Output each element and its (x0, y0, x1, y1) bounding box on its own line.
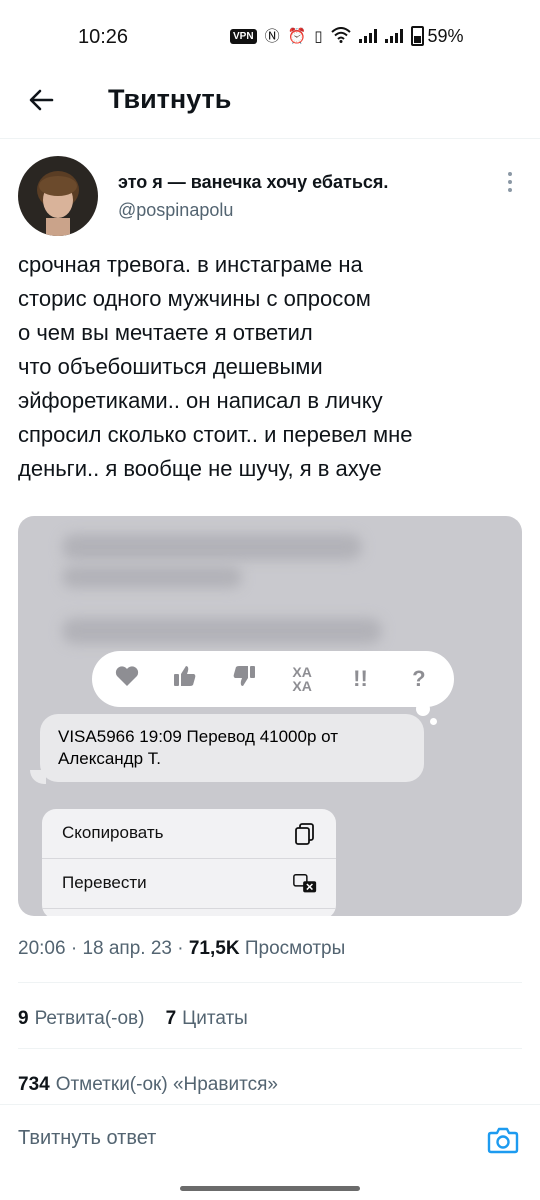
camera-icon (487, 1127, 519, 1154)
back-button[interactable] (22, 80, 62, 120)
heart-icon[interactable] (109, 664, 145, 694)
tweet-text-line: деньги.. я вообще не шучу, я в ахуе (18, 456, 382, 481)
author-display-name[interactable]: это я — ванечка хочу ебаться. (118, 172, 388, 193)
tweet-time: 20:06 (18, 938, 66, 959)
quotes-label: Цитаты (182, 1008, 248, 1029)
divider (18, 1048, 522, 1049)
battery-percent: 59% (427, 25, 464, 46)
vibrate-icon: ▯ (314, 27, 323, 45)
reaction-bubble-tail-small (430, 718, 437, 725)
arrow-left-icon (29, 89, 54, 111)
tweet-text: срочная тревога. в инстаграме на сторис … (18, 248, 518, 486)
wifi-icon (330, 26, 351, 46)
more-vertical-icon (508, 172, 512, 192)
thumbs-down-icon[interactable] (226, 663, 262, 695)
header: Твитнуть (0, 72, 540, 139)
question-icon[interactable]: ? (401, 666, 437, 692)
blurred-text (62, 566, 242, 588)
status-icons: VPN Ⓝ ⏰ ▯ 59% (230, 24, 520, 48)
views-count: 71,5K (188, 938, 240, 959)
sms-message-bubble: VISA5966 19:09 Перевод 41000р от Алексан… (40, 714, 424, 782)
reply-input[interactable] (18, 1127, 458, 1150)
stats-row-likes: 734 Отметки(-ок) «Нравится» (18, 1074, 278, 1096)
tweet-text-line: эйфоретиками.. он написал в личку (18, 388, 383, 413)
views-label: Просмотры (244, 938, 346, 959)
sms-text: Александр Т. (58, 749, 162, 768)
blurred-text (62, 534, 362, 560)
author-handle[interactable]: @pospinapolu (118, 200, 233, 221)
battery-indicator: 59% (410, 25, 464, 47)
menu-divider (42, 908, 336, 909)
double-exclamation-icon[interactable]: !! (342, 666, 378, 692)
tweet-text-line: о чем вы мечтаете я ответил (18, 320, 313, 345)
nfc-icon: Ⓝ (264, 27, 280, 45)
translate-icon (293, 873, 317, 893)
retweets-link[interactable]: 9 Ретвита(-ов) (18, 1008, 144, 1029)
quotes-link[interactable]: 7 Цитаты (166, 1008, 248, 1029)
reaction-bubble-tail (416, 702, 430, 716)
retweets-count: 9 (18, 1008, 29, 1029)
home-indicator (180, 1186, 360, 1191)
blurred-text (62, 618, 382, 644)
divider (18, 982, 522, 983)
tweet-meta: 20:06 · 18 апр. 23 · 71,5K Просмотры (18, 938, 346, 959)
alarm-icon: ⏰ (287, 27, 307, 45)
tweet-date: 18 апр. 23 (82, 938, 172, 959)
camera-button[interactable] (486, 1123, 520, 1157)
tweet-media-image[interactable]: ХА ХА !! ? VISA5966 19:09 Перевод 41000р… (18, 516, 522, 916)
reply-bar (0, 1104, 540, 1177)
likes-count: 734 (18, 1074, 50, 1095)
menu-item-label: Скопировать (62, 823, 164, 842)
signal-icon (358, 29, 377, 43)
sms-text: VISA5966 19:09 Перевод 41000р от (58, 727, 339, 746)
likes-link[interactable]: 734 Отметки(-ок) «Нравится» (18, 1074, 278, 1095)
thumbs-up-icon[interactable] (167, 663, 203, 695)
tweet-text-line: что объебошиться дешевыми (18, 354, 323, 379)
haha-icon[interactable]: ХА ХА (284, 665, 320, 693)
tweet-text-line: сторис одного мужчины с опросом (18, 286, 371, 311)
menu-item-translate[interactable]: Перевести (42, 859, 336, 909)
likes-label: Отметки(-ок) «Нравится» (55, 1074, 278, 1095)
tweet-text-line: срочная тревога. в инстаграме на (18, 252, 363, 277)
menu-item-label: Перевести (62, 873, 147, 892)
reaction-bar: ХА ХА !! ? (92, 651, 454, 707)
menu-item-copy[interactable]: Скопировать (42, 809, 336, 859)
status-time: 10:26 (78, 26, 129, 48)
quotes-count: 7 (165, 1008, 177, 1029)
avatar[interactable] (18, 156, 98, 236)
retweets-label: Ретвита(-ов) (34, 1008, 145, 1029)
stats-row-retweets: 9 Ретвита(-ов) 7 Цитаты (18, 1008, 248, 1030)
context-menu: Скопировать Перевести (42, 809, 336, 916)
signal-icon-2 (384, 29, 403, 43)
vpn-badge: VPN (230, 28, 257, 44)
battery-icon (410, 26, 424, 46)
more-options-button[interactable] (500, 168, 520, 198)
tweet-text-line: спросил сколько стоит.. и перевел мне (18, 422, 413, 447)
page-title: Твитнуть (108, 84, 232, 114)
status-bar: 10:26 VPN Ⓝ ⏰ ▯ 59% (0, 0, 540, 72)
copy-icon (295, 823, 314, 845)
